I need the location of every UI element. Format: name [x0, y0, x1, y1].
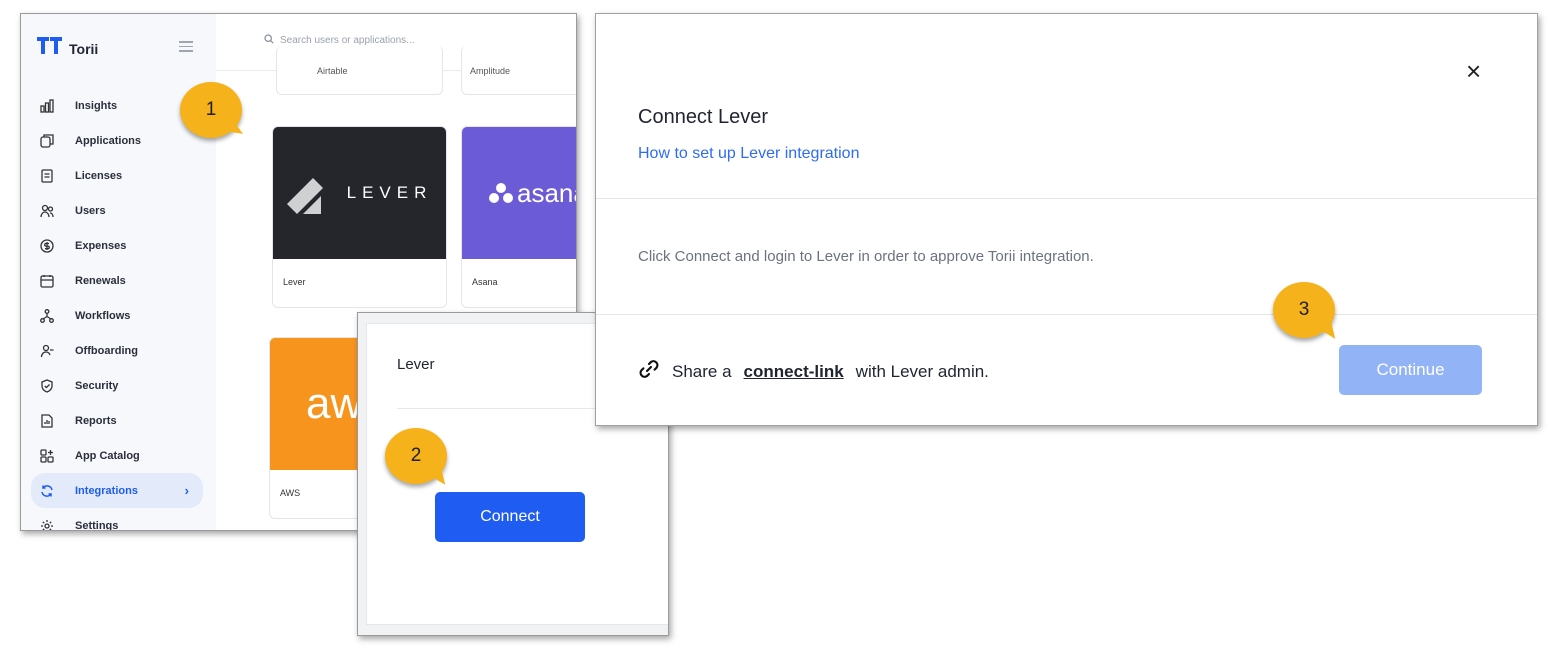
catalog-icon: [39, 448, 55, 464]
share-connect-link: Share a connect-link with Lever admin.: [638, 358, 989, 385]
lever-mark-icon: [286, 178, 323, 214]
share-prefix: Share a: [672, 361, 732, 381]
asana-dots-icon: [489, 183, 513, 203]
users-icon: [39, 203, 55, 219]
setup-guide-link[interactable]: How to set up Lever integration: [638, 145, 859, 163]
chevron-right-icon: ›: [184, 483, 189, 498]
sidebar-item-settings[interactable]: Settings: [31, 508, 203, 531]
divider: [596, 198, 1537, 199]
app-card-name: Asana: [472, 277, 498, 287]
sidebar-item-insights[interactable]: Insights: [31, 88, 203, 123]
sidebar-item-label: Settings: [75, 519, 119, 531]
sidebar-item-label: Renewals: [75, 274, 126, 287]
sidebar-item-renewals[interactable]: Renewals: [31, 263, 203, 298]
sidebar-nav: Insights Applications Licenses Users Exp…: [31, 88, 203, 531]
brand-name: Torii: [69, 40, 99, 57]
divider: [596, 314, 1537, 315]
chart-icon: [39, 98, 55, 114]
report-icon: [39, 413, 55, 429]
sidebar-item-applications[interactable]: Applications: [31, 123, 203, 158]
sidebar-item-label: Reports: [75, 414, 117, 427]
sidebar-item-integrations[interactable]: Integrations ›: [31, 473, 203, 508]
step-1-callout: 1: [180, 82, 242, 138]
close-icon[interactable]: ×: [1466, 58, 1481, 84]
menu-toggle-icon[interactable]: [179, 41, 193, 55]
gear-icon: [39, 518, 55, 530]
sidebar-item-users[interactable]: Users: [31, 193, 203, 228]
sidebar-item-label: Workflows: [75, 309, 131, 322]
workflow-icon: [39, 308, 55, 324]
sidebar-item-label: Expenses: [75, 239, 127, 252]
app-card-name: Amplitude: [470, 66, 511, 76]
lever-wordmark: LEVER: [346, 183, 433, 202]
sync-icon: [39, 483, 55, 499]
lever-logo: LEVER: [273, 127, 446, 259]
license-icon: [39, 168, 55, 184]
link-icon: [638, 358, 660, 385]
dialog-title: Connect Lever: [638, 106, 769, 128]
offboarding-icon: [39, 343, 55, 359]
sidebar-item-label: Licenses: [75, 169, 123, 182]
connect-link[interactable]: connect-link: [744, 362, 844, 382]
app-card-amplitude[interactable]: Amplitude: [461, 46, 576, 95]
asana-logo: asana: [462, 127, 576, 259]
torii-logo-icon: [37, 37, 63, 60]
app-card-airtable[interactable]: Airtable: [276, 46, 443, 95]
sidebar-item-licenses[interactable]: Licenses: [31, 158, 203, 193]
sidebar-item-workflows[interactable]: Workflows: [31, 298, 203, 333]
sidebar-item-expenses[interactable]: Expenses: [31, 228, 203, 263]
sidebar-item-label: Security: [75, 379, 119, 392]
sidebar-item-offboarding[interactable]: Offboarding: [31, 333, 203, 368]
sidebar-item-app-catalog[interactable]: App Catalog: [31, 438, 203, 473]
dialog-instructions: Click Connect and login to Lever in orde…: [638, 248, 1094, 265]
sidebar-item-label: App Catalog: [75, 449, 140, 462]
app-card-asana[interactable]: asana Asana: [461, 126, 576, 308]
app-card-name: AWS: [280, 488, 301, 498]
sidebar-item-label: Users: [75, 204, 106, 217]
brand[interactable]: Torii: [37, 37, 98, 60]
sidebar-item-label: Applications: [75, 134, 142, 147]
applications-icon: [39, 133, 55, 149]
search-input[interactable]: Search users or applications...: [280, 35, 415, 46]
step-3-callout: 3: [1273, 282, 1335, 338]
share-suffix: with Lever admin.: [855, 361, 989, 381]
sidebar-item-reports[interactable]: Reports: [31, 403, 203, 438]
app-card-lever[interactable]: LEVER Lever: [272, 126, 447, 308]
step-2-callout: 2: [385, 428, 447, 484]
app-card-name: Airtable: [317, 66, 348, 76]
app-card-name: Lever: [283, 277, 306, 287]
calendar-icon: [39, 273, 55, 289]
continue-button[interactable]: Continue: [1339, 345, 1482, 395]
asana-wordmark: asana: [517, 177, 576, 208]
sidebar-item-label: Offboarding: [75, 344, 138, 357]
dollar-icon: [39, 238, 55, 254]
sidebar-item-label: Integrations: [75, 484, 138, 497]
connect-button[interactable]: Connect: [435, 492, 585, 542]
sidebar-item-security[interactable]: Security: [31, 368, 203, 403]
connect-panel-title: Lever: [397, 356, 435, 373]
sidebar-item-label: Insights: [75, 99, 118, 112]
search-icon: [264, 34, 274, 47]
connect-lever-dialog: × Connect Lever How to set up Lever inte…: [595, 13, 1538, 426]
shield-icon: [39, 378, 55, 394]
